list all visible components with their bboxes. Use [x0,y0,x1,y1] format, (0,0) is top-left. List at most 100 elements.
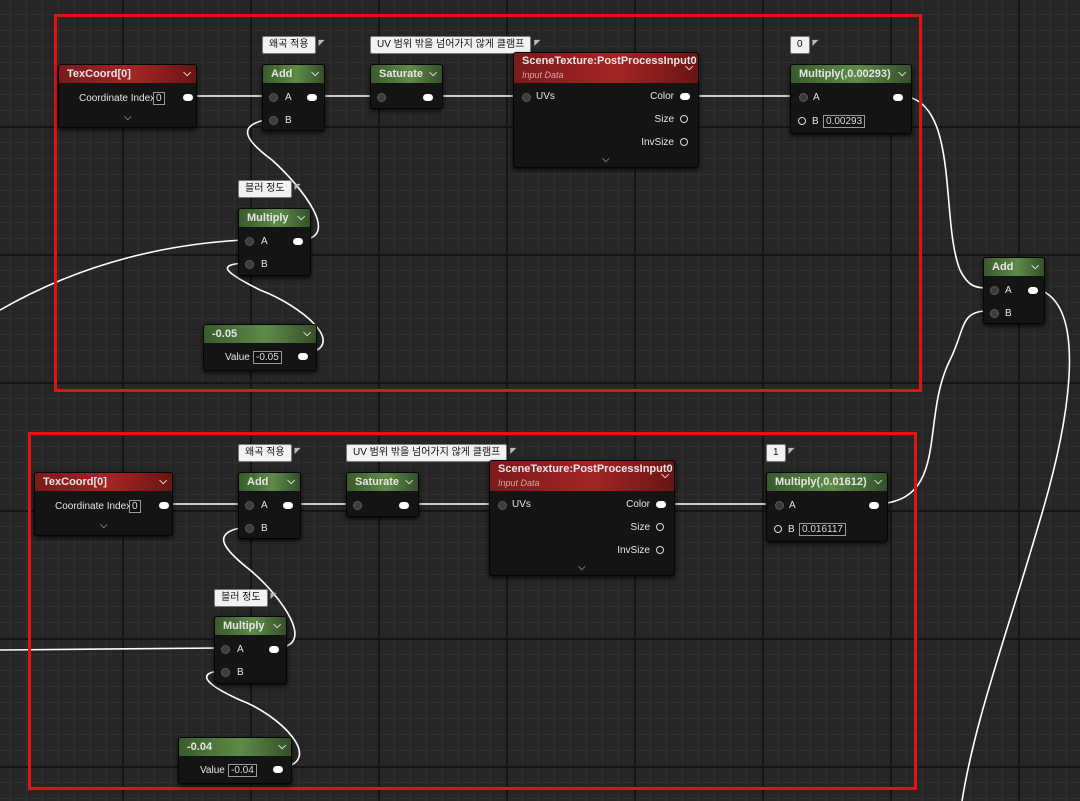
input-pin-a[interactable] [990,286,999,295]
expand-chevron-icon[interactable]: ⌵ [100,520,108,531]
node-header: -0.04 ⌵ [179,738,291,756]
expand-chevron-icon[interactable]: ⌵ [578,562,586,573]
chevron-down-icon[interactable]: ⌵ [159,473,167,491]
comment-bubble[interactable]: UV 범위 밖을 넘어가지 않게 클램프 ◤ [370,36,540,54]
final-add-node[interactable]: Add ⌵ A B [983,257,1045,324]
chevron-down-icon[interactable]: ⌵ [661,467,669,485]
node-title: Multiply(,0.00293) [799,68,891,80]
saturate-node-top[interactable]: Saturate ⌵ [370,64,443,109]
output-pin-invsize[interactable] [680,138,688,146]
scene-texture-node-top[interactable]: SceneTexture:PostProcessInput0 Input Dat… [513,52,699,168]
pin-label-uvs: UVs [512,499,531,510]
pin-label-b: B [285,115,292,126]
chevron-down-icon[interactable]: ⌵ [685,59,693,77]
output-pin[interactable] [893,94,903,101]
node-title: -0.05 [212,328,238,340]
node-title: TexCoord[0] [43,476,107,488]
output-pin[interactable] [273,766,283,773]
multiply-blur-node-bottom[interactable]: Multiply ⌵ A B [214,616,287,684]
node-title: Multiply(,0.01612) [775,476,867,488]
node-title: SceneTexture:PostProcessInput0 [498,463,673,475]
input-pin-b[interactable] [245,524,254,533]
input-pin-b[interactable] [774,525,782,533]
output-pin-color[interactable] [680,93,690,100]
output-pin[interactable] [307,94,317,101]
output-pin[interactable] [869,502,879,509]
chevron-down-icon[interactable]: ⌵ [405,473,413,491]
pin-label-a: A [261,500,268,511]
input-pin-a[interactable] [799,93,808,102]
chevron-down-icon[interactable]: ⌵ [898,65,906,83]
multiply-out-node-bottom[interactable]: Multiply(,0.01612) ⌵ A B 0.016117 [766,472,888,542]
output-pin[interactable] [399,502,409,509]
multiply-out-node-top[interactable]: Multiply(,0.00293) ⌵ A B 0.00293 [790,64,912,134]
coordinate-index-field[interactable]: 0 [153,92,165,105]
comment-bubble[interactable]: 블러 정도 ◤ [238,180,301,198]
chevron-down-icon[interactable]: ⌵ [311,65,319,83]
comment-bubble[interactable]: 0 ◤ [790,36,819,54]
output-pin-size[interactable] [656,523,664,531]
chevron-down-icon[interactable]: ⌵ [429,65,437,83]
node-header: TexCoord[0] ⌵ [35,473,172,491]
output-pin[interactable] [269,646,279,653]
output-pin-size[interactable] [680,115,688,123]
comment-bubble[interactable]: UV 범위 밖을 넘어가지 않게 클램프 ◤ [346,444,516,462]
output-pin[interactable] [183,94,193,101]
input-pin[interactable] [377,93,386,102]
input-pin-b[interactable] [798,117,806,125]
input-pin-a[interactable] [775,501,784,510]
chevron-down-icon[interactable]: ⌵ [874,473,882,491]
input-pin-b[interactable] [990,309,999,318]
saturate-node-bottom[interactable]: Saturate ⌵ [346,472,419,517]
pin-label-invsize: InvSize [641,137,674,148]
input-pin-a[interactable] [245,501,254,510]
comment-pin-icon: ◤ [294,446,301,455]
add-node-top[interactable]: Add ⌵ A B [262,64,325,131]
value-field[interactable]: -0.05 [253,351,282,364]
constant-node-bottom[interactable]: -0.04 ⌵ Value -0.04 [178,737,292,784]
constant-node-top[interactable]: -0.05 ⌵ Value -0.05 [203,324,317,371]
scene-texture-node-bottom[interactable]: SceneTexture:PostProcessInput0 Input Dat… [489,460,675,576]
chevron-down-icon[interactable]: ⌵ [303,325,311,343]
output-pin[interactable] [159,502,169,509]
chevron-down-icon[interactable]: ⌵ [183,65,191,83]
coordinate-index-field[interactable]: 0 [129,500,141,513]
output-pin-invsize[interactable] [656,546,664,554]
input-pin-b[interactable] [221,668,230,677]
chevron-down-icon[interactable]: ⌵ [273,617,281,635]
input-pin-b[interactable] [269,116,278,125]
multiply-blur-node-top[interactable]: Multiply ⌵ A B [238,208,311,276]
value-field[interactable]: -0.04 [228,764,257,777]
chevron-down-icon[interactable]: ⌵ [297,209,305,227]
node-header: Multiply ⌵ [215,617,286,635]
chevron-down-icon[interactable]: ⌵ [1031,258,1039,276]
output-pin[interactable] [293,238,303,245]
add-node-bottom[interactable]: Add ⌵ A B [238,472,301,539]
input-pin-uvs[interactable] [498,501,507,510]
texcoord-node-bottom[interactable]: TexCoord[0] ⌵ Coordinate Index 0 ⌵ [34,472,173,536]
input-pin-a[interactable] [221,645,230,654]
input-pin-uvs[interactable] [522,93,531,102]
input-pin-a[interactable] [245,237,254,246]
output-pin[interactable] [1028,287,1038,294]
expand-chevron-icon[interactable]: ⌵ [602,154,610,165]
output-pin[interactable] [423,94,433,101]
node-header: Multiply(,0.01612) ⌵ [767,473,887,491]
input-pin[interactable] [353,501,362,510]
comment-bubble[interactable]: 왜곡 적용 ◤ [262,36,325,54]
comment-bubble[interactable]: 1 ◤ [766,444,795,462]
output-pin[interactable] [283,502,293,509]
expand-chevron-icon[interactable]: ⌵ [124,112,132,123]
comment-bubble[interactable]: 왜곡 적용 ◤ [238,444,301,462]
comment-bubble[interactable]: 블러 정도 ◤ [214,589,277,607]
texcoord-node-top[interactable]: TexCoord[0] ⌵ Coordinate Index 0 ⌵ [58,64,197,128]
output-pin[interactable] [298,353,308,360]
b-value-field[interactable]: 0.00293 [823,115,866,128]
input-pin-a[interactable] [269,93,278,102]
comment-pin-icon: ◤ [510,446,517,455]
chevron-down-icon[interactable]: ⌵ [287,473,295,491]
chevron-down-icon[interactable]: ⌵ [278,738,286,756]
b-value-field[interactable]: 0.016117 [799,523,846,536]
input-pin-b[interactable] [245,260,254,269]
output-pin-color[interactable] [656,501,666,508]
